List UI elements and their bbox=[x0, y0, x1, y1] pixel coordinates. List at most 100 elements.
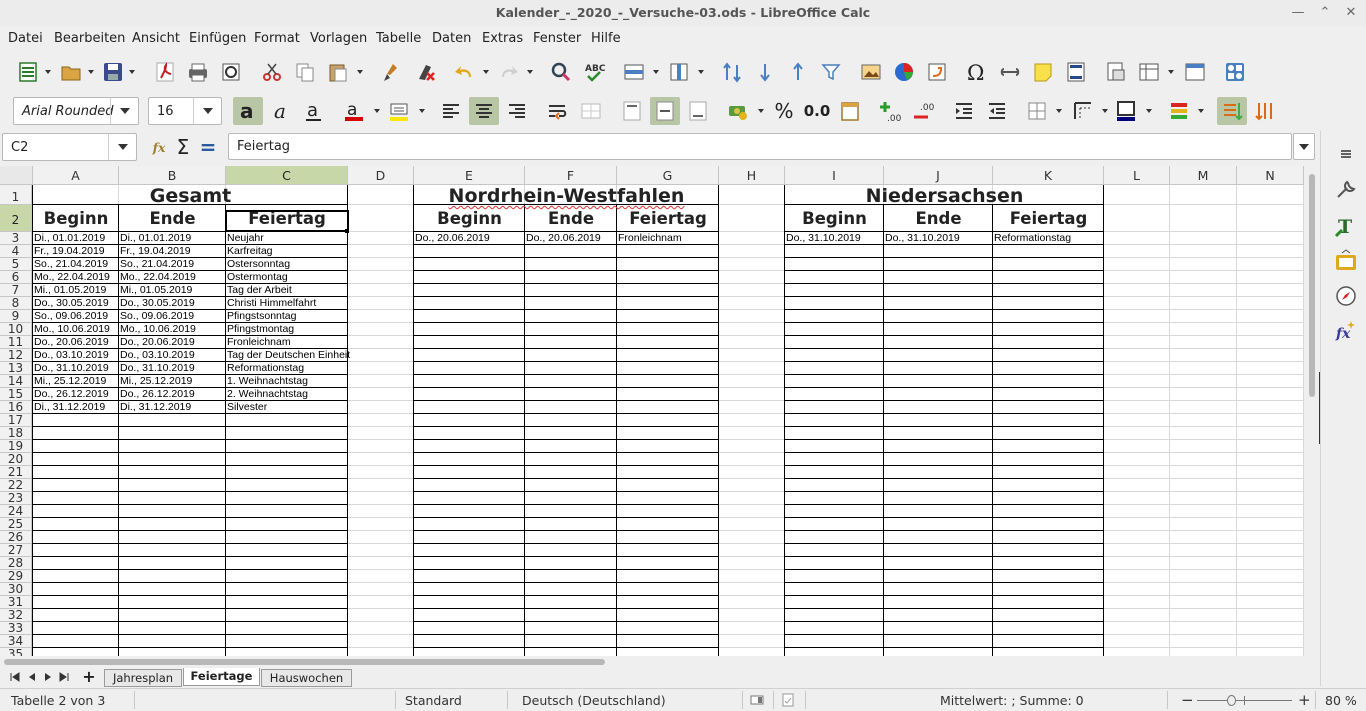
menu-ansicht[interactable]: Ansicht bbox=[132, 31, 180, 46]
copy-icon[interactable] bbox=[290, 58, 320, 86]
export-pdf-icon[interactable] bbox=[150, 58, 180, 86]
cut-icon[interactable] bbox=[257, 58, 287, 86]
new-dropdown-icon[interactable] bbox=[43, 58, 52, 86]
spreadsheet-grid[interactable]: ABCDEFGHIJKLMN 1 2 3 4 5 6 7 8 9 10 11 12 13 14 15 16 17… bbox=[0, 166, 1304, 656]
column-header-i[interactable]: I bbox=[785, 166, 884, 185]
menu-vorlagen[interactable]: Vorlagen bbox=[310, 31, 367, 46]
borders-icon[interactable] bbox=[1022, 97, 1052, 125]
row-icon[interactable] bbox=[619, 58, 649, 86]
pivot-table-icon[interactable] bbox=[922, 58, 952, 86]
zoom-level[interactable]: 80 % bbox=[1325, 693, 1357, 708]
font-name-box[interactable]: Arial Rounded bbox=[13, 97, 139, 125]
menu-einfgen[interactable]: Einfügen bbox=[189, 31, 246, 46]
clear-formatting-icon[interactable] bbox=[410, 58, 440, 86]
styles-icon[interactable]: T bbox=[1333, 213, 1359, 239]
menu-fenster[interactable]: Fenster bbox=[533, 31, 581, 46]
italic-icon[interactable]: a bbox=[266, 97, 296, 125]
toggle-grid-icon[interactable] bbox=[1217, 97, 1247, 125]
bold-icon[interactable]: a bbox=[233, 97, 263, 125]
column-header-k[interactable]: K bbox=[993, 166, 1104, 185]
column-header-l[interactable]: L bbox=[1104, 166, 1170, 185]
gallery-icon[interactable] bbox=[1333, 248, 1359, 274]
open-dropdown-icon[interactable] bbox=[86, 58, 95, 86]
special-character-icon[interactable]: Ω bbox=[962, 58, 992, 86]
menu-format[interactable]: Format bbox=[254, 31, 300, 46]
increase-indent-icon[interactable] bbox=[949, 97, 979, 125]
paste-icon[interactable] bbox=[323, 58, 353, 86]
font-size-box[interactable]: 16 bbox=[148, 97, 222, 125]
conditional-format-dropdown-icon[interactable] bbox=[1196, 97, 1205, 125]
border-style-icon[interactable] bbox=[1068, 97, 1098, 125]
sort-icon[interactable] bbox=[717, 58, 747, 86]
highlight-dropdown-icon[interactable] bbox=[417, 97, 426, 125]
select-all-corner[interactable] bbox=[0, 166, 33, 185]
column-header-m[interactable]: M bbox=[1170, 166, 1237, 185]
align-top-icon[interactable] bbox=[617, 97, 647, 125]
add-sheet-button[interactable]: + bbox=[81, 667, 97, 686]
menu-hilfe[interactable]: Hilfe bbox=[591, 31, 621, 46]
menu-bearbeiten[interactable]: Bearbeiten bbox=[54, 31, 125, 46]
border-style-dropdown-icon[interactable] bbox=[1100, 97, 1109, 125]
date-format-icon[interactable] bbox=[835, 97, 865, 125]
paste-dropdown-icon[interactable] bbox=[355, 58, 364, 86]
border-color-dropdown-icon[interactable] bbox=[1144, 97, 1153, 125]
first-sheet-icon[interactable] bbox=[8, 670, 22, 684]
align-left-icon[interactable] bbox=[436, 97, 466, 125]
zoom-in-icon[interactable]: + bbox=[1298, 691, 1311, 709]
undo-dropdown-icon[interactable] bbox=[481, 58, 490, 86]
new-document-icon[interactable] bbox=[13, 58, 43, 86]
headers-footers-icon[interactable] bbox=[1061, 58, 1091, 86]
column-header-h[interactable]: H bbox=[719, 166, 785, 185]
comment-icon[interactable] bbox=[1028, 58, 1058, 86]
currency-dropdown-icon[interactable] bbox=[756, 97, 765, 125]
insert-image-icon[interactable] bbox=[856, 58, 886, 86]
column-header-g[interactable]: G bbox=[617, 166, 719, 185]
expand-formula-bar-button[interactable] bbox=[1293, 133, 1315, 160]
last-sheet-icon[interactable] bbox=[57, 670, 71, 684]
underline-icon[interactable]: a bbox=[299, 97, 329, 125]
sidebar-menu-icon[interactable] bbox=[1333, 141, 1359, 167]
split-window-icon[interactable] bbox=[1180, 58, 1210, 86]
borders-dropdown-icon[interactable] bbox=[1054, 97, 1063, 125]
functions-icon[interactable]: fx bbox=[1333, 318, 1359, 344]
column-header-b[interactable]: B bbox=[119, 166, 226, 185]
row-header-35[interactable]: 35 bbox=[0, 648, 32, 656]
font-color-icon[interactable]: a bbox=[339, 97, 369, 125]
define-print-area-icon[interactable] bbox=[1101, 58, 1131, 86]
wrap-text-icon[interactable] bbox=[542, 97, 572, 125]
column-header-n[interactable]: N bbox=[1237, 166, 1304, 185]
chevron-down-icon[interactable] bbox=[108, 134, 136, 160]
save-dropdown-icon[interactable] bbox=[127, 58, 136, 86]
properties-icon[interactable] bbox=[1333, 177, 1359, 203]
align-right-icon[interactable] bbox=[502, 97, 532, 125]
row-header-2[interactable]: 2 bbox=[0, 205, 32, 232]
zoom-slider-handle[interactable] bbox=[1227, 695, 1236, 706]
selection-mode-icon[interactable] bbox=[750, 693, 764, 707]
redo-dropdown-icon[interactable] bbox=[525, 58, 534, 86]
highlight-color-icon[interactable] bbox=[384, 97, 414, 125]
clone-formatting-icon[interactable] bbox=[377, 58, 407, 86]
freeze-dropdown-icon[interactable] bbox=[1166, 58, 1175, 86]
column-header-f[interactable]: F bbox=[525, 166, 617, 185]
language[interactable]: Deutsch (Deutschland) bbox=[522, 693, 666, 708]
page-style[interactable]: Standard bbox=[405, 693, 462, 708]
print-preview-icon[interactable] bbox=[216, 58, 246, 86]
conditional-format-icon[interactable] bbox=[1164, 97, 1194, 125]
open-folder-icon[interactable] bbox=[56, 58, 86, 86]
redo-icon[interactable] bbox=[494, 58, 524, 86]
minimize-icon[interactable]: — bbox=[1287, 2, 1309, 24]
column-header-d[interactable]: D bbox=[348, 166, 414, 185]
horizontal-scroll-thumb[interactable] bbox=[4, 659, 605, 665]
close-icon[interactable]: ✕ bbox=[1340, 2, 1362, 24]
sheet-tab-hauswochen[interactable]: Hauswochen bbox=[261, 669, 352, 687]
center-vertically-icon[interactable] bbox=[650, 97, 680, 125]
zoom-out-icon[interactable]: − bbox=[1181, 691, 1194, 709]
fill-handle[interactable] bbox=[345, 229, 349, 233]
undo-icon[interactable] bbox=[449, 58, 479, 86]
add-decimal-icon[interactable]: .00 bbox=[875, 97, 905, 125]
row-header-1[interactable]: 1 bbox=[0, 185, 32, 205]
spelling-icon[interactable]: ABC bbox=[579, 58, 609, 86]
vertical-scroll-thumb[interactable] bbox=[1309, 174, 1315, 397]
menu-daten[interactable]: Daten bbox=[432, 31, 471, 46]
percent-format-icon[interactable]: % bbox=[769, 97, 799, 125]
